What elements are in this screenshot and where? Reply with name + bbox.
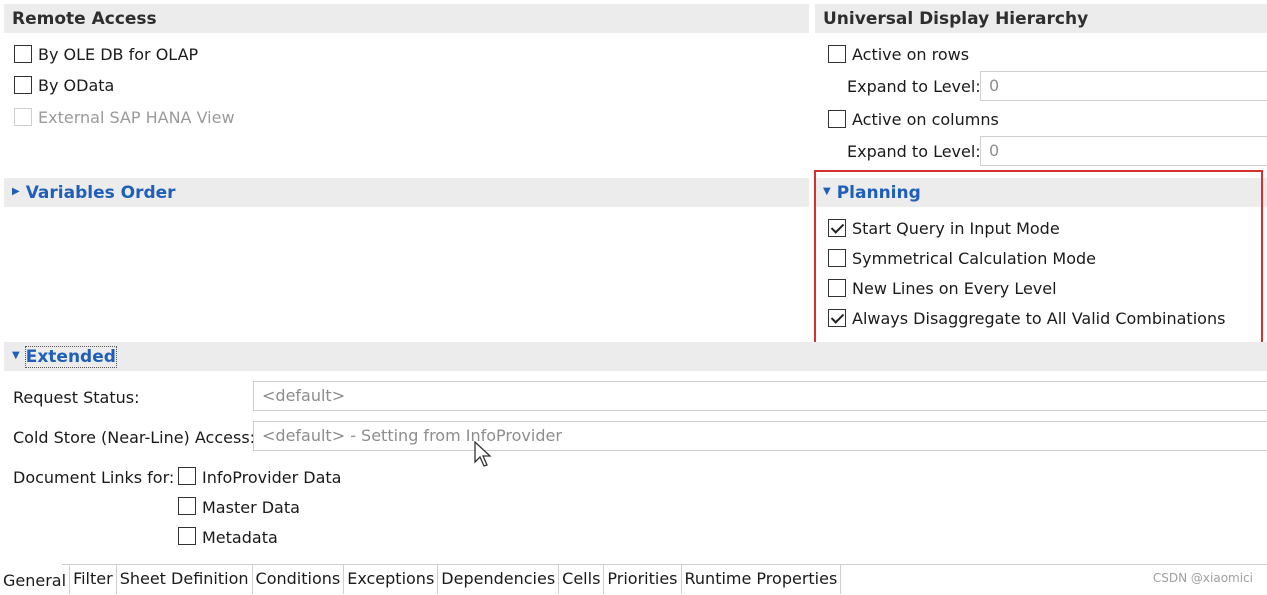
tab-priorities[interactable]: Priorities: [604, 565, 682, 594]
extended-title[interactable]: Extended: [24, 345, 117, 368]
request-status-label: Request Status:: [13, 388, 140, 407]
expand-rows-input[interactable]: 0: [980, 71, 1267, 101]
tab-exceptions[interactable]: Exceptions: [344, 565, 439, 594]
active-rows-checkbox[interactable]: [828, 45, 846, 63]
odata-label: By OData: [38, 76, 115, 95]
active-columns-label: Active on columns: [852, 110, 999, 129]
active-rows-label: Active on rows: [852, 45, 970, 64]
cold-store-select[interactable]: <default> - Setting from InfoProvider: [253, 421, 1267, 451]
tab-general[interactable]: General: [0, 565, 71, 594]
ole-db-label: By OLE DB for OLAP: [38, 45, 199, 64]
doc-link-label-metadata: Metadata: [202, 528, 278, 547]
hana-view-checkbox: [14, 108, 32, 126]
variables-order-title[interactable]: Variables Order: [26, 183, 176, 203]
expanded-triangle-icon: ▼: [12, 350, 20, 361]
universal-display-header: Universal Display Hierarchy: [815, 4, 1267, 33]
expand-rows-label: Expand to Level:: [847, 77, 981, 96]
variables-order-header[interactable]: ▶ Variables Order: [4, 178, 809, 207]
request-status-select[interactable]: <default>: [253, 381, 1267, 411]
mouse-pointer-icon: [474, 441, 492, 467]
doc-link-label-infoprovider: InfoProvider Data: [202, 468, 342, 487]
tab-bar: General Filter Sheet Definition Conditio…: [0, 565, 842, 594]
extended-header[interactable]: ▼ Extended: [4, 342, 1267, 371]
highlight-box: [814, 170, 1263, 345]
doc-link-checkbox-infoprovider[interactable]: [178, 467, 196, 485]
tab-cells[interactable]: Cells: [559, 565, 605, 594]
collapsed-triangle-icon: ▶: [12, 186, 20, 197]
cold-store-label: Cold Store (Near-Line) Access:: [13, 428, 256, 447]
doc-links-label: Document Links for:: [13, 468, 175, 487]
ole-db-checkbox[interactable]: [14, 45, 32, 63]
odata-checkbox[interactable]: [14, 76, 32, 94]
remote-access-title: Remote Access: [12, 8, 157, 29]
active-columns-checkbox[interactable]: [828, 110, 846, 128]
expand-cols-label: Expand to Level:: [847, 142, 981, 161]
expand-cols-input[interactable]: 0: [980, 136, 1267, 166]
tab-sheet-definition[interactable]: Sheet Definition: [117, 565, 253, 594]
watermark: CSDN @xiaomici: [1152, 571, 1253, 585]
doc-link-label-master-data: Master Data: [202, 498, 300, 517]
doc-link-checkbox-metadata[interactable]: [178, 527, 196, 545]
remote-access-header: Remote Access: [4, 4, 809, 33]
tab-conditions[interactable]: Conditions: [253, 565, 345, 594]
hana-view-label: External SAP HANA View: [38, 108, 235, 127]
tab-filter[interactable]: Filter: [70, 565, 117, 594]
universal-display-title: Universal Display Hierarchy: [823, 8, 1089, 29]
tab-runtime-properties[interactable]: Runtime Properties: [682, 565, 842, 594]
doc-link-checkbox-master-data[interactable]: [178, 497, 196, 515]
tab-dependencies[interactable]: Dependencies: [438, 565, 560, 594]
